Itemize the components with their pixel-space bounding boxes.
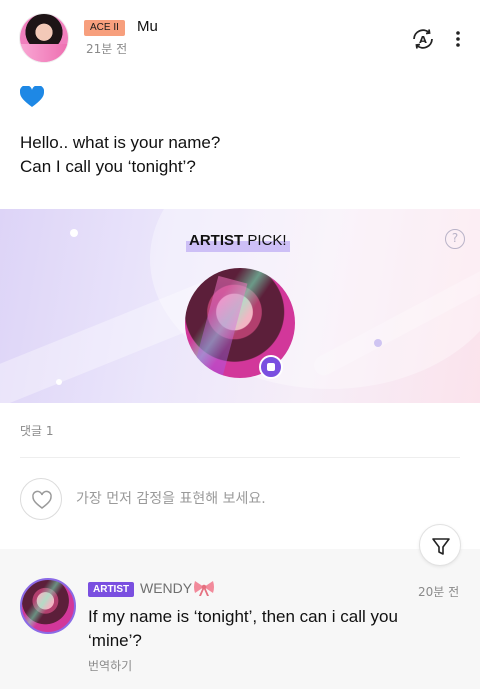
post-text-line: Can I call you ‘tonight’? — [20, 157, 196, 176]
ribbon-emoji — [194, 581, 214, 596]
help-icon[interactable]: ? — [445, 229, 465, 249]
decorative-dot — [374, 339, 382, 347]
artist-pick-title-rest: PICK! — [243, 232, 287, 249]
heart-outline-icon — [32, 490, 52, 509]
reaction-button[interactable] — [20, 478, 62, 520]
filter-icon — [432, 538, 450, 555]
post-text-line: Hello.. what is your name? — [20, 133, 221, 152]
blue-heart-emoji — [20, 86, 44, 107]
rank-badge: ACE II — [84, 20, 125, 36]
filter-button[interactable] — [419, 524, 461, 566]
artist-badge-icon — [259, 355, 283, 379]
comment-text-line: If my name is ‘tonight’, then can i call… — [88, 607, 398, 626]
author-avatar[interactable] — [20, 14, 68, 62]
post-header: ACE II Mu 21분 전 A — [0, 0, 480, 80]
post-timestamp: 21분 전 — [86, 42, 128, 56]
author-name[interactable]: Mu — [137, 18, 158, 35]
artist-pick-title: ARTIST PICK! — [186, 230, 290, 252]
reaction-prompt[interactable]: 가장 먼저 감정을 표현해 보세요. — [76, 488, 266, 508]
translate-icon[interactable]: A — [410, 27, 436, 51]
commenter-avatar[interactable] — [20, 578, 76, 634]
comment-timestamp: 20분 전 — [418, 585, 460, 599]
translate-link[interactable]: 번역하기 — [88, 657, 132, 674]
commenter-name[interactable]: WENDY — [140, 580, 192, 596]
artist-pick-title-bold: ARTIST — [189, 232, 244, 249]
more-vertical-icon[interactable] — [448, 26, 468, 52]
decorative-dot — [70, 229, 78, 237]
post-text: Hello.. what is your name? Can I call yo… — [20, 131, 460, 179]
artist-pick-banner: ARTIST PICK! ? — [0, 209, 480, 403]
comment-count: 댓글 1 — [20, 424, 54, 438]
divider — [20, 457, 460, 458]
comment-text-line: ‘mine’? — [88, 631, 142, 650]
artist-tag: ARTIST — [88, 582, 135, 597]
svg-text:A: A — [419, 35, 427, 46]
comment-text: If my name is ‘tonight’, then can i call… — [88, 605, 448, 653]
decorative-dot — [56, 379, 62, 385]
